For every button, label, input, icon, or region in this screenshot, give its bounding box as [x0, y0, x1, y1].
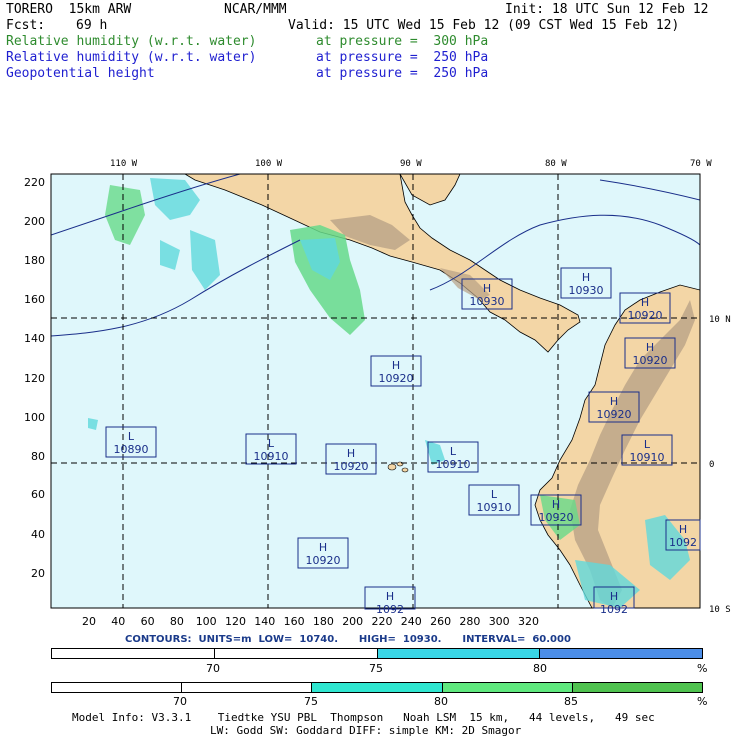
marker-type: H — [610, 395, 618, 408]
y-tick-label: 180 — [24, 254, 45, 267]
marker-type: L — [491, 488, 498, 501]
x-tick-label: 180 — [313, 615, 334, 628]
cb1-unit: % — [697, 662, 708, 675]
x-tick-label: 260 — [430, 615, 451, 628]
marker-value: 10920 — [633, 354, 668, 367]
x-tick-label: 280 — [459, 615, 480, 628]
rh-250-colorbar — [51, 682, 703, 693]
colorbar-segment — [572, 683, 703, 692]
marker-value: 10920 — [379, 372, 414, 385]
marker-value: 10910 — [477, 501, 512, 514]
marker-type: H — [392, 359, 400, 372]
cb2-label-75: 75 — [304, 695, 318, 708]
marker-value: 10920 — [628, 309, 663, 322]
marker-type: H — [641, 296, 649, 309]
y-tick-label: 120 — [24, 372, 45, 385]
lon-label-100w: 100 W — [255, 159, 283, 169]
marker-value: 10920 — [306, 554, 341, 567]
y-tick-label: 100 — [24, 411, 45, 424]
rh-300-colorbar — [51, 648, 703, 659]
y-tick-label: 140 — [24, 332, 45, 345]
y-tick-label: 20 — [31, 567, 45, 580]
lon-label-70w: 70 W — [690, 159, 712, 169]
lat-label-10s: 10 S — [709, 605, 731, 615]
marker-type: L — [644, 438, 651, 451]
marker-type: H — [646, 341, 654, 354]
x-tick-label: 220 — [372, 615, 393, 628]
colorbar-segment — [214, 649, 378, 658]
x-tick-label: 300 — [489, 615, 510, 628]
x-tick-label: 60 — [141, 615, 155, 628]
x-tick-label: 200 — [342, 615, 363, 628]
cb2-label-85: 85 — [564, 695, 578, 708]
lon-label-110w: 110 W — [110, 159, 138, 169]
marker-value: 10890 — [114, 443, 149, 456]
lat-label-10n: 10 N — [709, 315, 731, 325]
marker-type: L — [268, 437, 275, 450]
cb2-unit: % — [697, 695, 708, 708]
x-tick-label: 120 — [225, 615, 246, 628]
x-tick-label: 320 — [518, 615, 539, 628]
model-info-line1: Model Info: V3.3.1 Tiedtke YSU PBL Thomp… — [72, 711, 655, 724]
y-tick-label: 160 — [24, 293, 45, 306]
marker-type: H — [582, 271, 590, 284]
colorbar-segment — [52, 649, 215, 658]
model-info-line2: LW: Godd SW: Goddard DIFF: simple KM: 2D… — [210, 724, 522, 737]
colorbar-segment — [52, 683, 183, 692]
marker-value: 10910 — [436, 458, 471, 471]
lat-label-0: 0 — [709, 460, 714, 470]
cb1-label-70: 70 — [206, 662, 220, 675]
y-tick-label: 60 — [31, 488, 45, 501]
marker-type: H — [347, 447, 355, 460]
lon-label-80w: 80 W — [545, 159, 567, 169]
marker-value: 10910 — [630, 451, 665, 464]
marker-type: H — [386, 590, 394, 603]
marker-value: 10920 — [334, 460, 369, 473]
y-tick-label: 40 — [31, 528, 45, 541]
marker-value: 10930 — [569, 284, 604, 297]
cb1-label-75: 75 — [369, 662, 383, 675]
y-tick-label: 200 — [24, 215, 45, 228]
marker-value: 1092 — [376, 603, 404, 616]
x-tick-label: 40 — [111, 615, 125, 628]
lon-label-90w: 90 W — [400, 159, 422, 169]
colorbar-segment — [540, 649, 702, 658]
x-tick-label: 140 — [254, 615, 275, 628]
marker-value: 10930 — [470, 295, 505, 308]
y-tick-label: 80 — [31, 450, 45, 463]
contours-info: CONTOURS: UNITS=m LOW= 10740. HIGH= 1093… — [125, 634, 571, 645]
x-tick-label: 240 — [401, 615, 422, 628]
colorbar-segment — [182, 683, 313, 692]
marker-type: H — [483, 282, 491, 295]
marker-type: H — [679, 523, 687, 536]
marker-type: L — [128, 430, 135, 443]
marker-value: 1092 — [600, 603, 628, 616]
x-tick-label: 160 — [284, 615, 305, 628]
marker-type: L — [450, 445, 457, 458]
marker-value: 1092 — [669, 536, 697, 549]
x-tick-label: 80 — [170, 615, 184, 628]
marker-type: H — [552, 498, 560, 511]
cb1-label-80: 80 — [533, 662, 547, 675]
cb2-label-80: 80 — [434, 695, 448, 708]
y-tick-label: 220 — [24, 176, 45, 189]
weather-map: 110 W 100 W 90 W 80 W 70 W 10 N 0 10 S 2… — [24, 159, 731, 628]
colorbar-segment — [312, 683, 443, 692]
marker-value: 10920 — [539, 511, 574, 524]
marker-type: H — [610, 590, 618, 603]
marker-value: 10920 — [597, 408, 632, 421]
cb2-label-70: 70 — [173, 695, 187, 708]
marker-type: H — [319, 541, 327, 554]
colorbar-segment — [377, 649, 541, 658]
colorbar-segment — [442, 683, 573, 692]
x-tick-label: 20 — [82, 615, 96, 628]
marker-value: 10910 — [254, 450, 289, 463]
x-tick-label: 100 — [196, 615, 217, 628]
